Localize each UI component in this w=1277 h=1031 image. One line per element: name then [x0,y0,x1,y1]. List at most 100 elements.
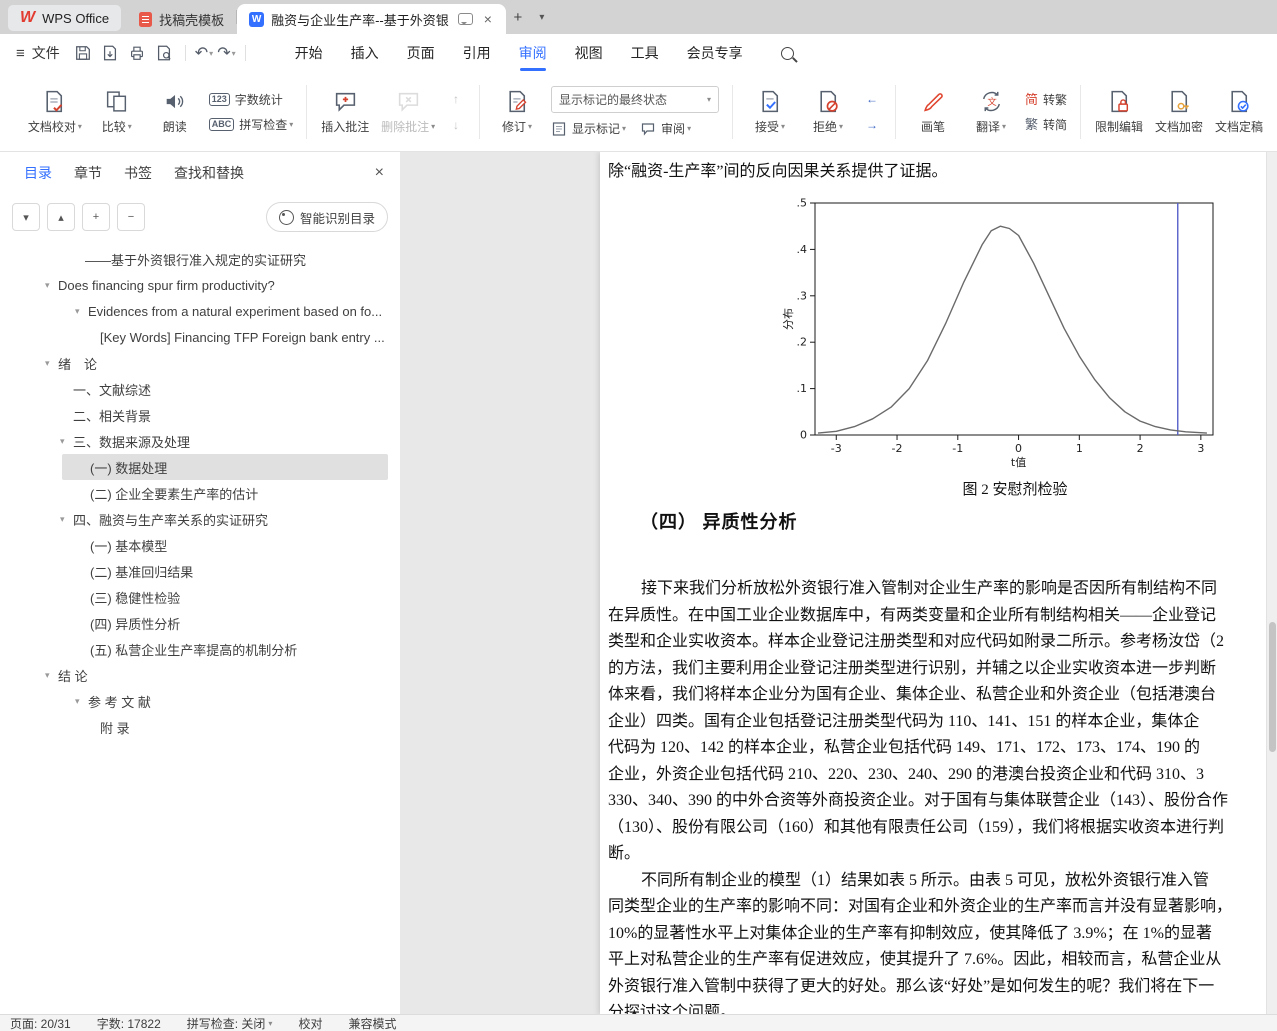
document-text-line: 外资银行准入管制中获得了更大的好处。那么该“好处”是如何发生的呢？我们将在下一 [608,977,1215,995]
toc-item[interactable]: (五) 私营企业生产率提高的机制分析 [0,636,400,662]
redo-dropdown-icon[interactable]: ▾ [232,49,236,58]
file-menu-button[interactable]: ≡ 文件 [10,43,70,63]
toc-item[interactable]: ▾ 绪 论 [0,350,400,376]
tab-review[interactable]: 审阅 [505,34,561,72]
to-traditional-button[interactable]: 简 转繁 [1025,91,1067,108]
tab-insert[interactable]: 插入 [337,34,393,72]
sidebar-tab-chapters[interactable]: 章节 [74,163,102,183]
read-aloud-button[interactable]: 朗读 [146,84,204,140]
collapse-all-button[interactable]: ▾ [12,203,40,231]
chevron-down-icon[interactable]: ▾ [45,280,58,291]
scrollbar-thumb[interactable] [1268,622,1276,752]
reject-revision-button[interactable]: 拒绝 ▾ [799,84,857,140]
document-text-line: 断。 [608,845,641,862]
status-bar: 页面: 20/31 字数: 17822 拼写检查: 关闭 ▾ 校对 兼容模式 [0,1014,1277,1031]
chevron-down-icon[interactable]: ▾ [60,514,73,525]
tab-page[interactable]: 页面 [393,34,449,72]
document-finalize-icon [1230,90,1249,112]
previous-comment-button[interactable]: ↑ [446,90,466,108]
toc-item[interactable]: (二) 企业全要素生产率的估计 [0,480,400,506]
sidebar-tab-bookmarks[interactable]: 书签 [124,163,152,183]
redo-button[interactable]: ↷ ▾ [215,43,237,63]
figure-2-placebo-chart[interactable]: 0 .1 .2 .3 .4 .5 -3 -2 -1 0 1 2 3 t值 分布 [780,196,1230,469]
word-count-indicator[interactable]: 字数: 17822 [97,1015,161,1031]
word-count-button[interactable]: 123 字数统计 [208,91,294,108]
wps-home-tab[interactable]: W WPS Office [8,5,122,31]
review-pane-button[interactable]: 审阅 ▾ [640,120,691,137]
compatibility-mode-indicator[interactable]: 兼容模式 [348,1015,396,1031]
chevron-down-icon[interactable]: ▾ [75,696,88,707]
toc-item[interactable]: 一、文献综述 [0,376,400,402]
next-comment-button[interactable]: ↓ [446,116,466,134]
document-body: 接下来我们分析放松外资银行准入管制对企业生产率的影响是否因所有制结构不同 在异质… [608,576,1277,1015]
tab-home[interactable]: 开始 [281,34,337,72]
undo-button[interactable]: ↶ ▾ [193,43,215,63]
zoom-in-outline-button[interactable]: + [82,203,110,231]
search-icon [781,46,795,60]
next-change-button[interactable]: → [862,116,882,134]
markup-state-select[interactable]: 显示标记的最终状态 ▾ [551,86,720,113]
proofread-status[interactable]: 校对 [298,1015,322,1031]
chevron-down-icon[interactable]: ▾ [45,670,58,681]
track-changes-button[interactable]: 修订 ▾ [488,84,546,140]
show-markup-button[interactable]: 显示标记 ▾ [551,120,626,137]
toc-item[interactable]: ▾ Evidences from a natural experiment bas… [0,298,400,324]
delete-comment-button[interactable]: 删除批注 ▾ [375,84,441,140]
previous-change-button[interactable]: ← [862,90,882,108]
tab-reference[interactable]: 引用 [449,34,505,72]
toc-item[interactable]: ▾ Does financing spur firm productivity? [0,272,400,298]
compare-button[interactable]: 比较 ▾ [88,84,146,140]
print-preview-button[interactable] [152,41,177,65]
toc-item-selected[interactable]: (一) 数据处理 [62,454,388,480]
accept-revision-button[interactable]: 接受 ▾ [741,84,799,140]
spell-check-button[interactable]: ABC 拼写检查 ▾ [208,116,293,133]
vertical-scrollbar[interactable] [1266,152,1277,1015]
new-tab-button[interactable]: + [506,5,530,29]
zoom-out-outline-button[interactable]: − [117,203,145,231]
save-button[interactable] [71,41,96,65]
sidebar-tab-contents[interactable]: 目录 [24,163,52,183]
toc-item[interactable]: [Key Words] Financing TFP Foreign bank e… [0,324,400,350]
toc-item[interactable]: ▾ 三、数据来源及处理 [0,428,400,454]
toc-item[interactable]: (一) 基本模型 [0,532,400,558]
toc-item[interactable]: 二、相关背景 [0,402,400,428]
toc-item[interactable]: (四) 异质性分析 [0,610,400,636]
toc-item[interactable]: (三) 稳健性检验 [0,584,400,610]
close-sidebar-icon[interactable]: × [375,164,384,182]
encrypt-document-button[interactable]: 文档加密 [1149,84,1209,140]
print-button[interactable] [125,41,150,65]
spellcheck-toggle[interactable]: 拼写检查: 关闭 ▾ [187,1015,273,1031]
toc-item[interactable]: (二) 基准回归结果 [0,558,400,584]
tab-template-doc[interactable]: 找稿壳模板 [127,4,236,34]
toc-item[interactable]: 附 录 [0,714,400,740]
sidebar-tab-find-replace[interactable]: 查找和替换 [174,163,244,183]
toc-item[interactable]: ——基于外资银行准入规定的实证研究 [0,246,400,272]
tab-member[interactable]: 会员专享 [673,34,757,72]
to-simplified-button[interactable]: 繁 转简 [1025,116,1067,133]
document-page[interactable]: 除“融资-生产率”间的反向因果关系提供了证据。 0 .1 .2 .3 .4 .5 -3 -2 -… [600,152,1277,1015]
undo-dropdown-icon[interactable]: ▾ [209,49,213,58]
tab-view[interactable]: 视图 [561,34,617,72]
comment-bubble-icon[interactable] [457,13,473,25]
toc-item[interactable]: ▾ 四、融资与生产率关系的实证研究 [0,506,400,532]
ink-brush-button[interactable]: 画笔 [904,84,962,140]
finalize-document-button[interactable]: 文档定稿 [1209,84,1269,140]
tab-label: 融资与企业生产率--基于外资银 [271,12,449,28]
proofread-button[interactable]: 文档校对 ▾ [22,84,88,140]
expand-all-button[interactable]: ▴ [47,203,75,231]
restrict-editing-button[interactable]: 限制编辑 [1089,84,1149,140]
toc-item[interactable]: ▾ 参 考 文 献 [0,688,400,714]
insert-comment-button[interactable]: 插入批注 [315,84,375,140]
chevron-down-icon[interactable]: ▾ [60,436,73,447]
chevron-down-icon[interactable]: ▾ [45,358,58,369]
tab-active-document[interactable]: W 融资与企业生产率--基于外资银 × [237,4,506,34]
export-pdf-button[interactable] [98,41,123,65]
smart-toc-button[interactable]: 智能识别目录 [265,202,388,232]
close-tab-icon[interactable]: × [482,11,494,27]
toc-item[interactable]: ▾ 结 论 [0,662,400,688]
translate-button[interactable]: 文 翻译 ▾ [962,84,1020,140]
tab-tools[interactable]: 工具 [617,34,673,72]
tab-list-dropdown-icon[interactable]: ▾ [530,5,554,29]
search-button[interactable] [773,39,803,67]
chevron-down-icon[interactable]: ▾ [75,306,88,317]
